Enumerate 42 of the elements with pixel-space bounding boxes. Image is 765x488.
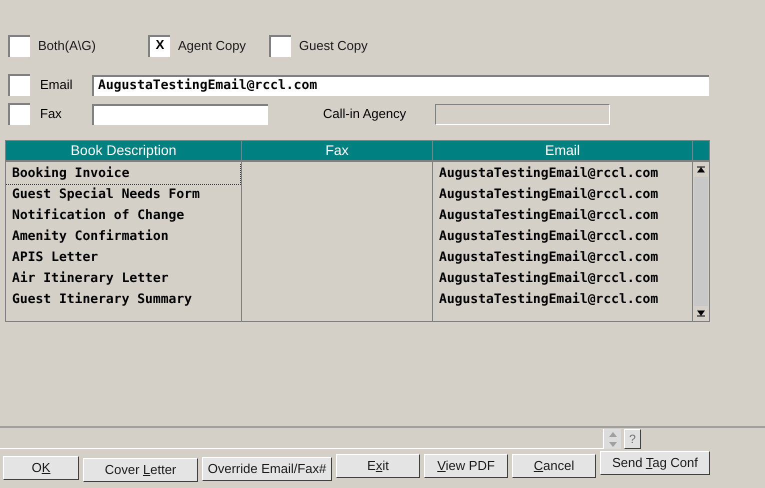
message-field[interactable] xyxy=(0,429,604,449)
checkbox[interactable] xyxy=(8,103,30,125)
help-button[interactable]: ? xyxy=(624,429,641,449)
column-header[interactable]: Fax xyxy=(242,141,433,160)
action-button[interactable]: OK xyxy=(3,456,79,480)
table-cell-text: AugustaTestingEmail@rccl.com xyxy=(438,270,660,288)
checkbox-label: Email xyxy=(40,76,74,94)
table-cell-text: AugustaTestingEmail@rccl.com xyxy=(438,249,660,267)
table-cell[interactable]: Booking Invoice xyxy=(6,164,241,185)
table-cell[interactable]: APIS Letter xyxy=(6,248,241,269)
table-cell-text: AugustaTestingEmail@rccl.com xyxy=(438,165,660,183)
table-cell-text: AugustaTestingEmail@rccl.com xyxy=(438,186,660,204)
scroll-up-icon[interactable] xyxy=(697,165,705,173)
action-button[interactable]: Override Email/Fax# xyxy=(202,457,332,481)
column-header[interactable]: Book Description xyxy=(6,141,242,160)
table-cell[interactable]: Amenity Confirmation xyxy=(6,227,241,248)
checkbox-label: Both(A\G) xyxy=(38,37,96,56)
checkbox-label: Fax xyxy=(40,105,63,124)
checkbox-label: Agent Copy xyxy=(178,37,246,56)
action-button[interactable]: Send Tag Conf xyxy=(600,451,710,475)
checkbox[interactable] xyxy=(8,74,30,96)
checkbox[interactable] xyxy=(8,35,30,57)
table-cell-text: AugustaTestingEmail@rccl.com xyxy=(438,291,660,309)
scroll-down-icon[interactable] xyxy=(697,310,705,318)
call-in-agency-field[interactable] xyxy=(435,104,610,124)
action-button[interactable]: Cover Letter xyxy=(83,458,198,482)
action-button[interactable]: Exit xyxy=(336,454,420,478)
call-in-agency-label: Call-in Agency xyxy=(323,105,408,124)
checkbox-label: Guest Copy xyxy=(299,37,368,56)
checkbox[interactable]: X xyxy=(148,35,170,57)
fax-field[interactable] xyxy=(92,104,268,124)
table-cell[interactable]: Air Itinerary Letter xyxy=(6,269,241,290)
table-cell-text: AugustaTestingEmail@rccl.com xyxy=(438,228,660,246)
column-header[interactable]: Email xyxy=(433,141,693,160)
table-cell[interactable]: Guest Itinerary Summary xyxy=(6,290,241,311)
table-cell[interactable]: Notification of Change xyxy=(6,206,241,227)
email-field[interactable]: AugustaTestingEmail@rccl.com xyxy=(92,74,709,96)
table-cell-text: AugustaTestingEmail@rccl.com xyxy=(438,207,660,225)
table-cell[interactable]: Guest Special Needs Form xyxy=(6,185,241,206)
action-button[interactable]: Cancel xyxy=(512,454,596,478)
action-button[interactable]: View PDF xyxy=(424,454,508,478)
checkbox[interactable] xyxy=(269,35,291,57)
